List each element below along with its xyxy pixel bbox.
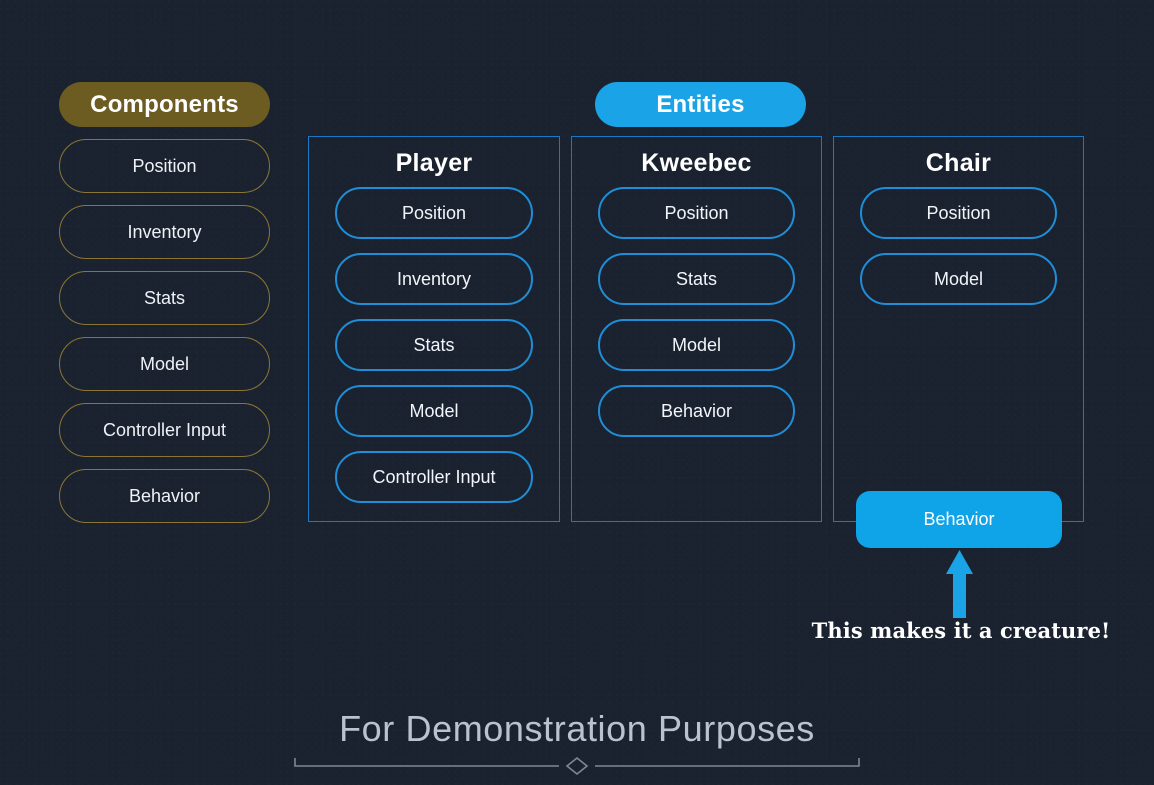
component-chip-behavior[interactable]: Behavior (59, 469, 270, 523)
component-chip-stats[interactable]: Stats (59, 271, 270, 325)
component-chip-model[interactable]: Model (59, 337, 270, 391)
footer-divider-ornament (294, 756, 860, 776)
entity-chip-player-stats[interactable]: Stats (335, 319, 533, 371)
entity-card-chair: Chair Position Model (833, 136, 1084, 522)
footer: For Demonstration Purposes (0, 706, 1154, 778)
component-chip-controller-input[interactable]: Controller Input (59, 403, 270, 457)
entity-component-list-chair: Position Model (834, 187, 1083, 305)
entity-chip-kweebec-position[interactable]: Position (598, 187, 795, 239)
callout-arrow-icon (946, 550, 973, 618)
components-column: Components Position Inventory Stats Mode… (59, 82, 270, 523)
entity-chip-kweebec-model[interactable]: Model (598, 319, 795, 371)
entity-chip-player-position[interactable]: Position (335, 187, 533, 239)
components-header: Components (59, 82, 270, 127)
component-chip-inventory[interactable]: Inventory (59, 205, 270, 259)
entity-title-kweebec: Kweebec (641, 149, 752, 177)
entity-chip-kweebec-stats[interactable]: Stats (598, 253, 795, 305)
entity-chip-player-model[interactable]: Model (335, 385, 533, 437)
entities-header: Entities (595, 82, 806, 127)
entity-card-kweebec: Kweebec Position Stats Model Behavior (571, 136, 822, 522)
entity-chip-player-controller-input[interactable]: Controller Input (335, 451, 533, 503)
entity-chip-kweebec-behavior[interactable]: Behavior (598, 385, 795, 437)
highlight-behavior-box[interactable]: Behavior (856, 491, 1062, 548)
entity-chip-chair-model[interactable]: Model (860, 253, 1057, 305)
entity-component-list-kweebec: Position Stats Model Behavior (572, 187, 821, 437)
entity-chip-chair-position[interactable]: Position (860, 187, 1057, 239)
entity-title-player: Player (395, 149, 473, 177)
footer-title: For Demonstration Purposes (339, 708, 815, 749)
entity-chip-player-inventory[interactable]: Inventory (335, 253, 533, 305)
entity-component-list-player: Position Inventory Stats Model Controlle… (309, 187, 559, 503)
entity-card-player: Player Position Inventory Stats Model Co… (308, 136, 560, 522)
callout-annotation-text: This makes it a creature! (811, 618, 1111, 643)
entity-title-chair: Chair (925, 149, 992, 177)
component-chip-position[interactable]: Position (59, 139, 270, 193)
